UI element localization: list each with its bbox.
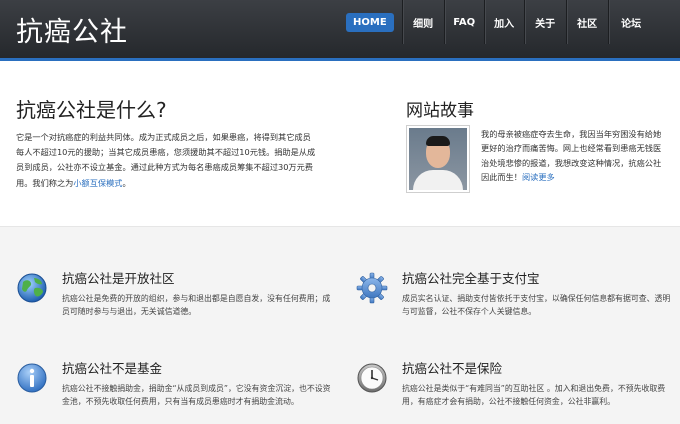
feature-text: 成员实名认证、捐助支付皆依托于支付宝，以确保任何信息都有据可查、透明与可监督，公… [402,294,671,316]
founder-photo [406,125,470,193]
feature-text: 抗癌公社是类似于“有难同当”的互助社区 。加入和退出免费，不预先收取费用，有癌症… [402,384,666,406]
feature-title: 抗癌公社不是基金 [62,361,163,376]
about-tail: 。 [122,177,131,188]
nav-home[interactable]: HOME [336,0,402,44]
features-section: 抗癌公社是开放社区 抗癌公社是免费的开放的组织，参与和退出都是自愿自发，没有任何… [0,226,680,424]
about-body: 它是一个对抗癌症的利益共同体。成为正式成员之后，如果患癌，将得到其它成员每人不超… [16,132,316,188]
feature-title: 抗癌公社是开放社区 [62,271,175,286]
feature-text: 抗癌公社是免费的开放的组织，参与和退出都是自愿自发，没有任何费用；成员可随时参与… [62,294,331,316]
gear-icon [356,272,388,304]
founder-portrait [409,128,467,190]
about-text: 它是一个对抗癌症的利益共同体。成为正式成员之后，如果患癌，将得到其它成员每人不超… [16,130,316,191]
nav-community[interactable]: 社区 [565,0,608,44]
nav-forum[interactable]: 论坛 [607,0,654,44]
intro-section: 抗癌公社是什么? 它是一个对抗癌症的利益共同体。成为正式成员之后，如果患癌，将得… [0,61,680,226]
info-icon [17,363,47,393]
mutual-insurance-link[interactable]: 小额互保模式 [73,178,122,188]
nav-rules[interactable]: 细则 [401,0,444,44]
feature-title: 抗癌公社完全基于支付宝 [402,271,540,286]
feature-title: 抗癌公社不是保险 [402,361,503,376]
about-title: 抗癌公社是什么? [16,98,167,122]
portrait-shirt [413,170,463,190]
feature-text: 抗癌公社不接触捐助金，捐助金“从成员到成员”，它没有资金沉淀，也不设资金池，不预… [62,384,331,406]
story-body: 我的母亲被癌症夺去生命，我因当年穷困没有给她更好的治疗而痛苦悔。网上也经常看到患… [481,129,662,183]
clock-icon [357,363,387,393]
globe-icon [17,273,47,303]
portrait-hair [426,136,450,146]
site-header: 抗癌公社 HOME 细则 FAQ 加入 关于 社区 论坛 [0,0,680,58]
site-logo[interactable]: 抗癌公社 [16,10,128,49]
story-text: 我的母亲被癌症夺去生命，我因当年穷困没有给她更好的治疗而痛苦悔。网上也经常看到患… [481,127,663,185]
nav-join[interactable]: 加入 [483,0,524,44]
main-nav: HOME 细则 FAQ 加入 关于 社区 论坛 [336,0,654,44]
nav-about[interactable]: 关于 [523,0,566,44]
nav-home-label: HOME [346,12,394,32]
story-title: 网站故事 [406,101,474,121]
nav-faq[interactable]: FAQ [443,0,484,44]
read-more-link[interactable]: 阅读更多 [522,172,555,182]
